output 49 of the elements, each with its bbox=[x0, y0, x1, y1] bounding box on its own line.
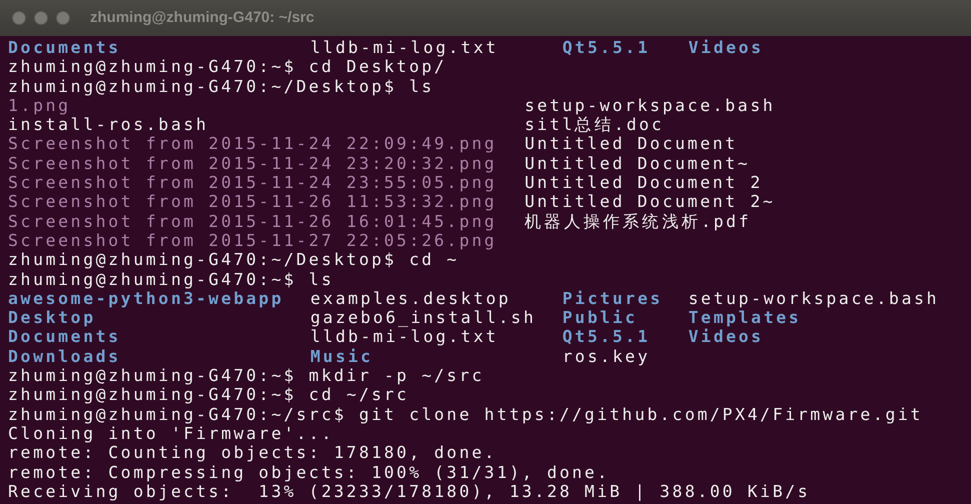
directory-name: Videos bbox=[688, 327, 764, 347]
terminal-line: zhuming@zhuming-G470:~$ cd Desktop/ bbox=[8, 57, 448, 77]
terminal-line: zhuming@zhuming-G470:~/src$ git clone https://github.com/PX4/Firmware.git bbox=[8, 404, 924, 424]
maximize-button[interactable] bbox=[56, 11, 70, 25]
terminal-line: remote: Compressing objects: 100% (31/31), done. bbox=[8, 462, 611, 482]
window-title: zhuming@zhuming-G470: ~/src bbox=[90, 8, 314, 28]
directory-name: Qt5.5.1 bbox=[562, 327, 652, 347]
file-name: gazebo6_install.sh bbox=[310, 308, 537, 328]
terminal-line: remote: Counting objects: 178180, done. bbox=[8, 443, 498, 463]
terminal-line: zhuming@zhuming-G470:~/Desktop$ ls bbox=[8, 76, 436, 96]
directory-name: awesome-python3-webapp bbox=[8, 288, 285, 308]
terminal-line: Receiving objects: 13% (23233/178180), 13.28 MiB | 388.00 KiB/s bbox=[8, 482, 812, 502]
terminal-line: Cloning into 'Firmware'... bbox=[8, 424, 335, 444]
directory-name: Templates bbox=[688, 308, 802, 328]
file-name: examples.desktop bbox=[310, 288, 512, 308]
directory-name: Pictures bbox=[562, 288, 664, 308]
file-name: Screenshot from 2015-11-26 11:53:32.png bbox=[8, 192, 498, 212]
directory-name: Documents bbox=[8, 38, 122, 58]
file-name: setup-workspace.bash bbox=[688, 288, 940, 308]
file-name: Untitled Document bbox=[524, 134, 738, 154]
file-name: Screenshot from 2015-11-26 16:01:45.png bbox=[8, 212, 498, 231]
file-name: lldb-mi-log.txt bbox=[310, 327, 500, 347]
close-button[interactable] bbox=[12, 11, 26, 25]
file-name: lldb-mi-log.txt bbox=[310, 38, 500, 58]
terminal-line: zhuming@zhuming-G470:~/Desktop$ cd ~ bbox=[8, 250, 460, 270]
directory-name: Desktop bbox=[8, 308, 97, 328]
directory-name: Videos bbox=[688, 38, 764, 58]
file-name: setup-workspace.bash bbox=[524, 96, 776, 116]
file-name: ros.key bbox=[562, 346, 650, 366]
file-name: Untitled Document 2 bbox=[524, 173, 763, 192]
file-name: 1.png bbox=[8, 96, 72, 116]
file-name: install-ros.bash bbox=[8, 115, 210, 134]
directory-name: Documents bbox=[8, 327, 122, 347]
directory-name: Downloads bbox=[8, 346, 122, 366]
file-name: 机器人操作系统浅析.pdf bbox=[524, 212, 752, 231]
file-name: Screenshot from 2015-11-24 22:09:49.png bbox=[8, 134, 498, 154]
minimize-button[interactable] bbox=[34, 11, 48, 25]
file-name: Screenshot from 2015-11-24 23:20:32.png bbox=[8, 154, 498, 174]
file-name: Untitled Document~ bbox=[524, 154, 750, 174]
file-name: Untitled Document 2~ bbox=[524, 192, 776, 212]
directory-name: Music bbox=[310, 346, 374, 366]
directory-name: Public bbox=[562, 308, 639, 328]
terminal-line: zhuming@zhuming-G470:~$ mkdir -p ~/src bbox=[8, 366, 486, 386]
file-name: Screenshot from 2015-11-24 23:55:05.png bbox=[8, 173, 498, 192]
directory-name: Qt5.5.1 bbox=[562, 38, 652, 58]
terminal-line: zhuming@zhuming-G470:~$ ls bbox=[8, 270, 335, 289]
terminal-line: zhuming@zhuming-G470:~$ cd ~/src bbox=[8, 385, 410, 405]
file-name: sitl总结.doc bbox=[524, 115, 664, 134]
file-name: Screenshot from 2015-11-27 22:05:26.png bbox=[8, 230, 497, 250]
